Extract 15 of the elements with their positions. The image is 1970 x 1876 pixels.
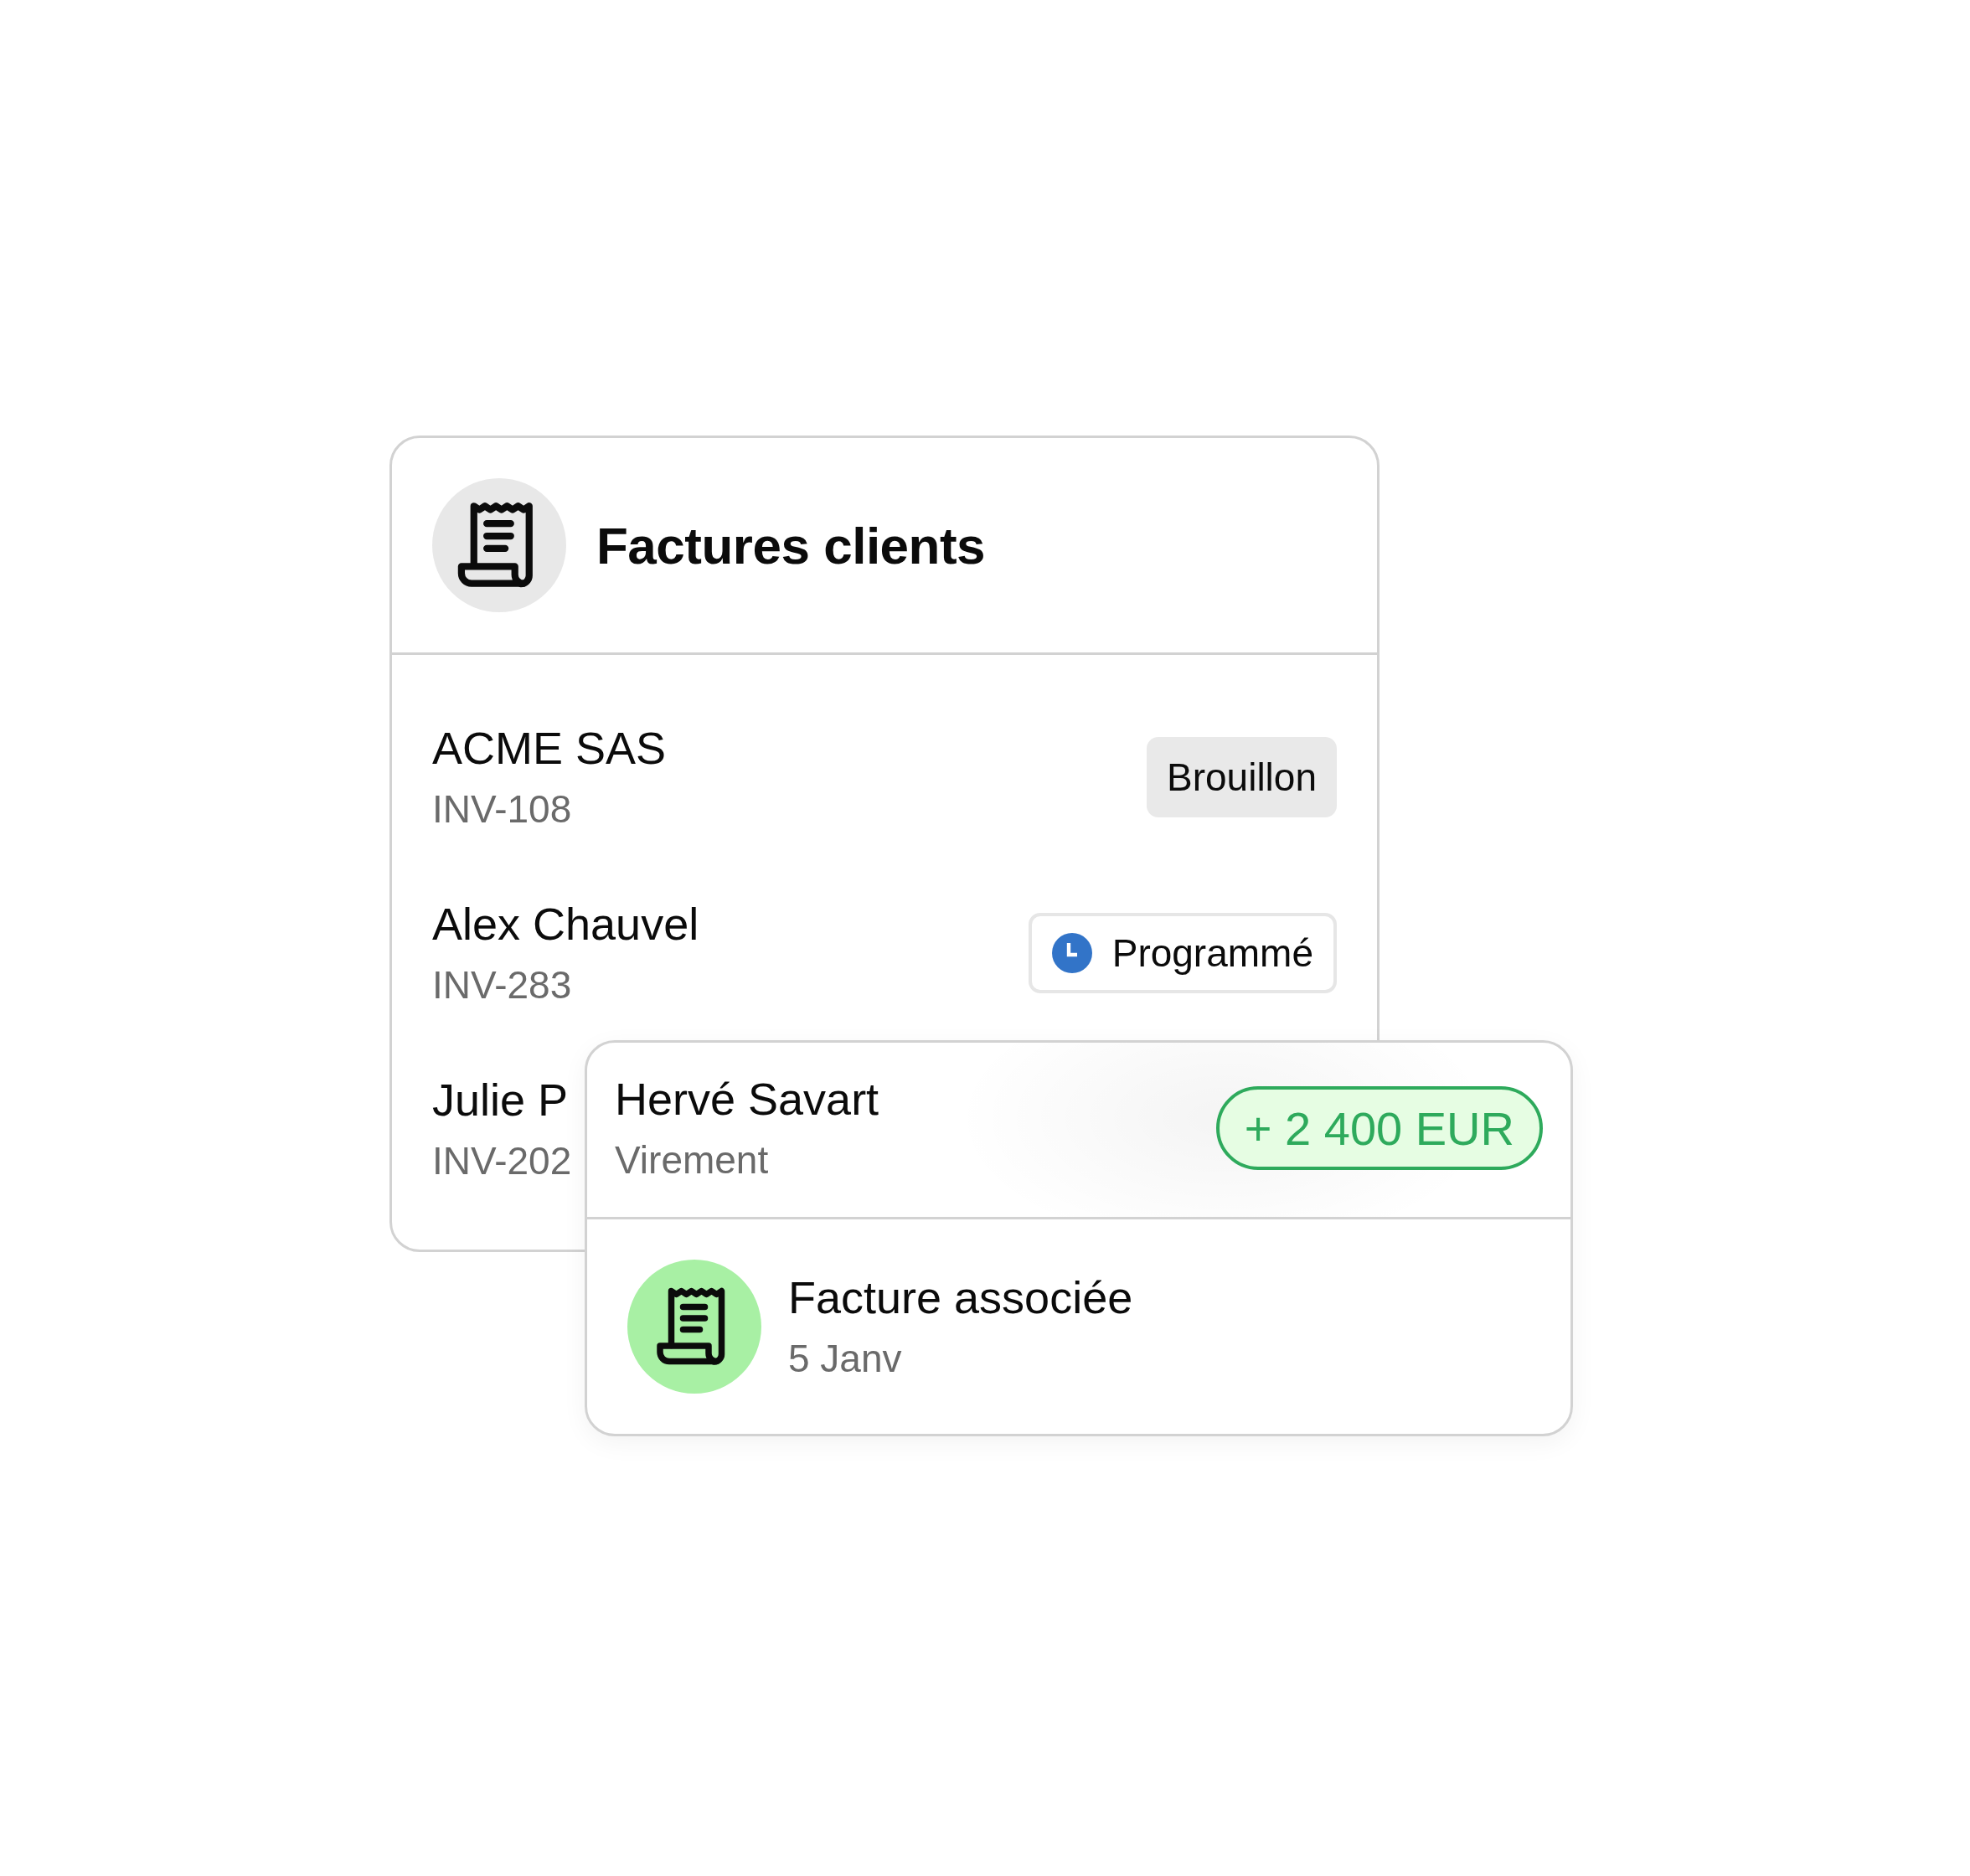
client-name: Julie P bbox=[432, 1074, 570, 1126]
invoice-number: INV-108 bbox=[432, 786, 573, 832]
status-label: Programmé bbox=[1111, 930, 1313, 976]
invoice-date: 5 Janv bbox=[788, 1336, 903, 1382]
card-title: Factures clients bbox=[596, 515, 986, 575]
linked-invoice-label: Facture associée bbox=[788, 1271, 1133, 1323]
clock-icon bbox=[1051, 933, 1092, 973]
invoice-number: INV-283 bbox=[432, 962, 573, 1008]
payer-name: Hervé Savart bbox=[615, 1073, 879, 1125]
amount-badge: + 2 400 EUR bbox=[1215, 1086, 1543, 1170]
status-label: Brouillon bbox=[1167, 755, 1317, 800]
payment-method: Virement bbox=[615, 1137, 770, 1183]
client-name: ACME SAS bbox=[432, 722, 667, 774]
invoice-number: INV-202 bbox=[432, 1138, 572, 1184]
client-name: Alex Chauvel bbox=[432, 898, 699, 950]
